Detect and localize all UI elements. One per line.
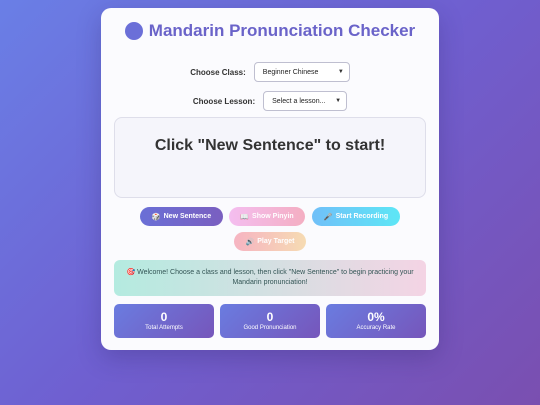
microphone-icon: 🎤 xyxy=(323,213,333,221)
chevron-down-icon: ▼ xyxy=(335,98,342,104)
header: Mandarin Pronunciation Checker xyxy=(101,21,439,41)
class-select[interactable]: Beginner Chinese ▼ xyxy=(253,62,350,82)
book-icon: 📖 xyxy=(240,213,250,221)
stat-good-pronunciation: 0 Good Pronunciation xyxy=(220,304,320,338)
stat-value: 0% xyxy=(367,310,385,324)
show-pinyin-label: Show Pinyin xyxy=(252,213,294,220)
new-sentence-button[interactable]: 🎲 New Sentence xyxy=(140,207,223,226)
stat-value: 0 xyxy=(160,310,168,324)
new-sentence-label: New Sentence xyxy=(163,213,212,220)
dice-icon: 🎲 xyxy=(151,213,161,221)
lesson-select[interactable]: Select a lesson... ▼ xyxy=(263,91,348,111)
stat-total-attempts: 0 Total Attempts xyxy=(114,304,214,338)
logo-icon xyxy=(124,22,143,40)
sentence-text: Click "New Sentence" to start! xyxy=(154,137,386,154)
show-pinyin-button[interactable]: 📖 Show Pinyin xyxy=(229,207,305,226)
stat-label: Total Attempts xyxy=(145,325,183,331)
main-card: Mandarin Pronunciation Checker Choose Cl… xyxy=(101,8,439,350)
sentence-display: Click "New Sentence" to start! xyxy=(114,117,426,198)
class-row: Choose Class: Beginner Chinese ▼ xyxy=(101,62,439,82)
play-target-label: Play Target xyxy=(257,238,295,245)
class-label: Choose Class: xyxy=(190,67,246,77)
stat-accuracy-rate: 0% Accuracy Rate xyxy=(326,304,426,338)
lesson-label: Choose Lesson: xyxy=(192,96,256,106)
stat-label: Accuracy Rate xyxy=(356,325,396,331)
page-title: Mandarin Pronunciation Checker xyxy=(148,21,416,40)
lesson-row: Choose Lesson: Select a lesson... ▼ xyxy=(101,91,439,111)
stat-label: Good Pronunciation xyxy=(243,325,297,331)
chevron-down-icon: ▼ xyxy=(337,69,344,75)
speaker-icon: 🔊 xyxy=(245,238,255,246)
start-recording-label: Start Recording xyxy=(335,213,389,220)
play-target-button[interactable]: 🔊 Play Target xyxy=(234,232,306,251)
class-select-value: Beginner Chinese xyxy=(262,68,319,76)
target-icon: 🎯 xyxy=(126,269,136,276)
status-message: 🎯 Welcome! Choose a class and lesson, th… xyxy=(114,260,426,296)
lesson-select-value: Select a lesson... xyxy=(272,97,326,105)
start-recording-button[interactable]: 🎤 Start Recording xyxy=(312,207,400,226)
stat-value: 0 xyxy=(266,310,274,324)
status-message-text: Welcome! Choose a class and lesson, then… xyxy=(137,269,414,286)
